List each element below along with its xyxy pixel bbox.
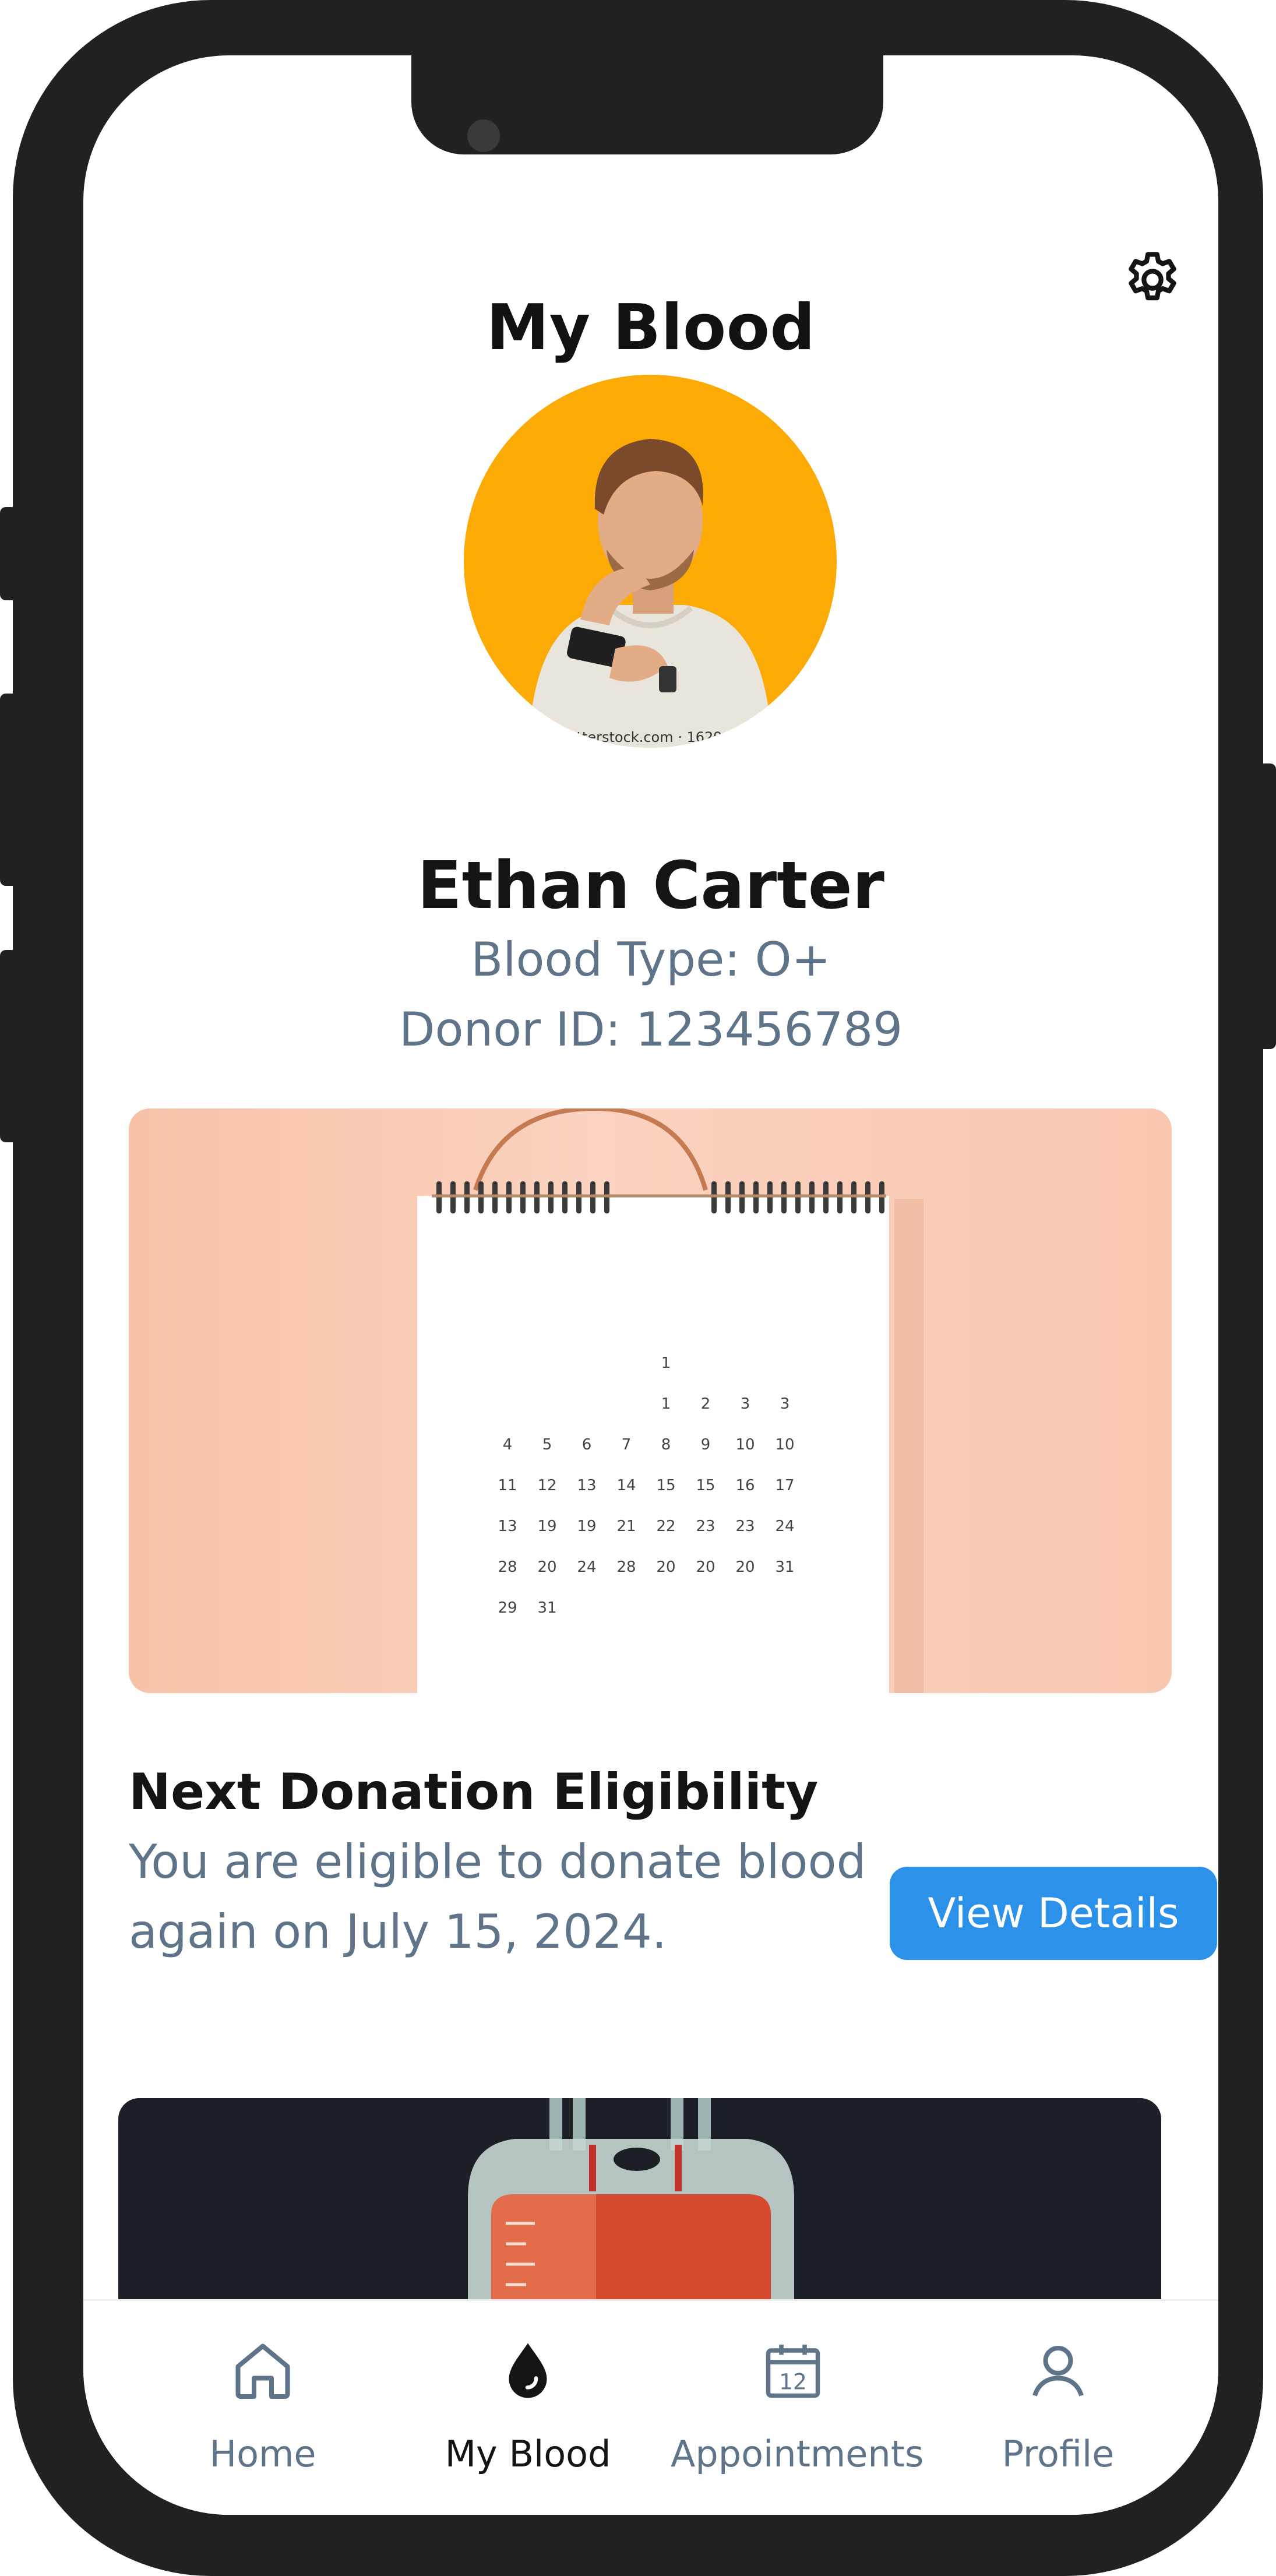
camera-dot: [467, 119, 500, 152]
calendar-day: 20: [537, 1558, 556, 1576]
calendar-day: 15: [696, 1477, 715, 1494]
calendar-day: 24: [577, 1558, 596, 1576]
calendar-day: 28: [616, 1558, 636, 1576]
nav-item-profile[interactable]: Profile: [936, 2301, 1180, 2499]
calendar-day: 31: [537, 1599, 556, 1617]
blood-type: Blood Type: O+: [471, 932, 831, 987]
side-button: [0, 507, 17, 600]
calendar-day: 23: [696, 1518, 715, 1535]
nav-item-home[interactable]: Home: [140, 2301, 385, 2499]
calendar-day: 12: [537, 1477, 556, 1494]
settings-button[interactable]: [1115, 242, 1190, 318]
calendar-day: 29: [498, 1599, 517, 1617]
blood-drop-icon: [509, 2343, 547, 2398]
side-button: [0, 694, 17, 886]
calendar-day: 1: [661, 1395, 671, 1413]
calendar-illustration: 11 2 3 34 5 6 7 8 9 10 1011 12 13 14 15 15 16 1713 19 19 21 2…: [417, 1108, 923, 1693]
side-button: [0, 950, 17, 1142]
calendar-day: 24: [775, 1518, 794, 1535]
phone-frame: My Blood shutterstock.com · 1629637 Etha…: [0, 0, 1276, 2576]
calendar-day: 20: [735, 1558, 755, 1576]
page-title: My Blood: [486, 291, 816, 364]
nav-label-profile: Profile: [1002, 2433, 1115, 2475]
calendar-day: 10: [775, 1436, 794, 1454]
calendar-day: 11: [498, 1477, 517, 1494]
calendar-day: 20: [656, 1558, 675, 1576]
eligibility-description: You are eligible to donate blood again o…: [129, 1835, 866, 1959]
calendar-day: 2: [701, 1395, 711, 1413]
app-screen: My Blood shutterstock.com · 1629637 Etha…: [83, 55, 1218, 2515]
avatar-watermark: shutterstock.com · 1629637: [551, 729, 749, 745]
svg-text:12: 12: [779, 2369, 807, 2395]
calendar-day: 13: [577, 1477, 596, 1494]
calendar-day: 14: [616, 1477, 636, 1494]
calendar-day: 1: [661, 1354, 671, 1372]
calendar-day: 23: [735, 1518, 755, 1535]
calendar-day: 21: [616, 1518, 636, 1535]
nav-label-my-blood: My Blood: [445, 2433, 611, 2475]
eligibility-title: Next Donation Eligibility: [129, 1763, 819, 1821]
calendar-day: 19: [537, 1518, 556, 1535]
user-icon: [1032, 2345, 1084, 2396]
calendar-day: 17: [775, 1477, 794, 1494]
calendar-day: 28: [498, 1558, 517, 1576]
nav-item-my-blood[interactable]: My Blood: [406, 2301, 650, 2499]
home-icon: [235, 2343, 290, 2399]
side-button: [1259, 763, 1276, 1049]
calendar-day: 9: [701, 1436, 711, 1454]
calendar-day: 10: [735, 1436, 755, 1454]
calendar-day: 22: [656, 1518, 675, 1535]
nav-item-appointments[interactable]: 12 Appointments: [671, 2301, 924, 2499]
calendar-day: 13: [498, 1518, 517, 1535]
bottom-navigation: Home My Blood 12 Appointments Profile: [83, 2299, 1218, 2515]
gear-icon: [1129, 252, 1176, 301]
calendar-icon: 12: [766, 2345, 820, 2398]
avatar: shutterstock.com · 1629637: [464, 375, 837, 748]
notch: [411, 55, 883, 154]
calendar-day: 6: [582, 1436, 592, 1454]
calendar-day: 19: [577, 1518, 596, 1535]
nav-label-home: Home: [209, 2433, 316, 2475]
calendar-day: 3: [780, 1395, 790, 1413]
calendar-day: 15: [656, 1477, 675, 1494]
calendar-day: 4: [503, 1436, 513, 1454]
calendar-day: 8: [661, 1436, 671, 1454]
avatar-person-illustration: [528, 439, 773, 748]
profile-name: Ethan Carter: [417, 848, 884, 924]
calendar-day: 5: [542, 1436, 552, 1454]
nav-label-appointments: Appointments: [671, 2433, 924, 2475]
calendar-image: 1 1 2 3 3 4 5 6 7 8 9 10 10 11 12 13 14 15 15 16 17 13 19 19 21 2…: [129, 1108, 1172, 1693]
view-details-button[interactable]: View Details: [890, 1867, 1217, 1960]
donor-id: Donor ID: 123456789: [399, 1002, 903, 1057]
calendar-day: 7: [622, 1436, 632, 1454]
calendar-day: 31: [775, 1558, 794, 1576]
calendar-day: 20: [696, 1558, 715, 1576]
calendar-day: 3: [741, 1395, 750, 1413]
calendar-day: 16: [735, 1477, 755, 1494]
